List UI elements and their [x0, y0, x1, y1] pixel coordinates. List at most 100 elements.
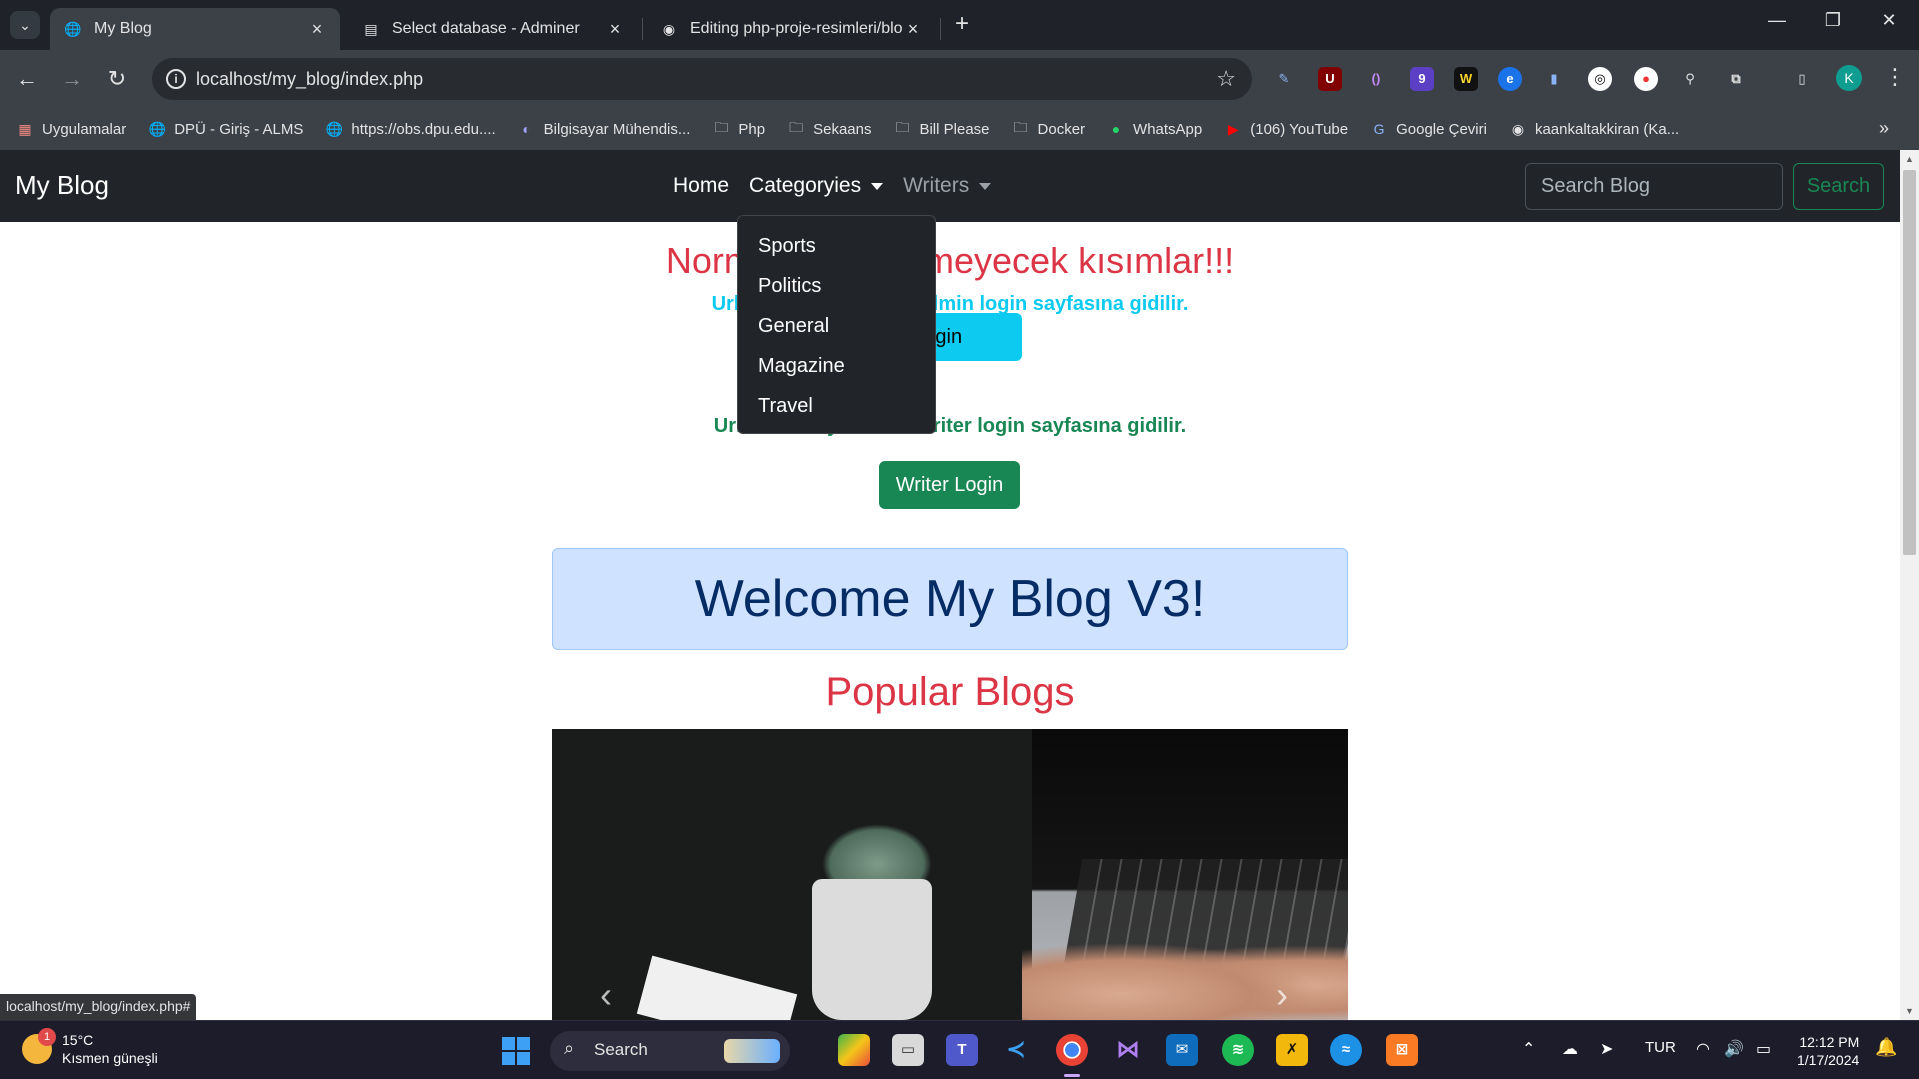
blog-search-input[interactable]: Search Blog: [1525, 163, 1783, 210]
bookmark-label: Uygulamalar: [42, 120, 127, 138]
bookmark-bill-please[interactable]: 🗀 Bill Please: [893, 119, 990, 138]
mail-icon[interactable]: ✉: [1166, 1034, 1198, 1066]
chrome-menu-icon[interactable]: ⋮: [1884, 64, 1906, 90]
taskbar-clock[interactable]: 12:12 PM 1/17/2024: [1797, 1033, 1859, 1069]
tab-my-blog[interactable]: 🌐 My Blog ×: [50, 8, 340, 50]
bookmark-uygulamalar[interactable]: ▦ Uygulamalar: [16, 120, 126, 138]
carousel-image-hands: [1022, 934, 1348, 1020]
extension-puzzle-badge-icon[interactable]: 9: [1410, 67, 1434, 91]
weather-desc: Kısmen güneşli: [62, 1050, 158, 1066]
nav-categories-dropdown[interactable]: Categoryies: [749, 174, 884, 198]
dropdown-item-politics[interactable]: Politics: [738, 266, 935, 306]
reload-icon[interactable]: ↻: [102, 64, 132, 94]
chrome-icon[interactable]: [1056, 1034, 1088, 1077]
notification-bell-icon[interactable]: 🔔: [1875, 1037, 1897, 1058]
profile-avatar[interactable]: K: [1836, 65, 1862, 91]
bookmark-obs[interactable]: 🌐 https://obs.dpu.edu....: [325, 120, 496, 138]
xampp-icon[interactable]: ⊠: [1386, 1034, 1418, 1066]
volume-icon[interactable]: 🔊: [1724, 1039, 1744, 1059]
youtube-icon: ▶: [1227, 120, 1239, 137]
extension-brackets-icon[interactable]: (): [1364, 67, 1388, 91]
bookmark-github[interactable]: ◉ kaankaltakkiran (Ka...: [1509, 120, 1679, 138]
extension-pen-icon[interactable]: ✎: [1272, 67, 1296, 91]
carousel-prev-icon[interactable]: ‹: [600, 974, 612, 1016]
battery-icon[interactable]: ▭: [1756, 1039, 1771, 1059]
bookmark-star-icon[interactable]: ☆: [1216, 66, 1236, 92]
restore-icon[interactable]: ❐: [1818, 10, 1848, 31]
teams-icon[interactable]: T: [946, 1034, 978, 1066]
tab-adminer[interactable]: ▤ Select database - Adminer ×: [348, 8, 638, 50]
extension-w-icon[interactable]: W: [1454, 67, 1478, 91]
page-scrollbar[interactable]: ▲ ▼: [1900, 150, 1919, 1020]
taskbar-search[interactable]: ⌕ Search: [550, 1031, 790, 1071]
spotify-icon[interactable]: ≋: [1222, 1034, 1254, 1066]
adminer-icon: ▤: [364, 20, 378, 37]
tab-title: My Blog: [94, 20, 152, 37]
side-panel-icon[interactable]: ▯: [1790, 67, 1814, 91]
onedrive-icon[interactable]: ☁: [1562, 1039, 1578, 1059]
vscode-icon[interactable]: ≺: [1000, 1034, 1032, 1066]
dropdown-item-sports[interactable]: Sports: [738, 226, 935, 266]
extension-edge-icon[interactable]: e: [1498, 67, 1522, 91]
extension-doc-icon[interactable]: ▮: [1542, 67, 1566, 91]
bookmark-label: Php: [738, 120, 766, 138]
scroll-up-icon[interactable]: ▲: [1905, 154, 1914, 164]
window-close-icon[interactable]: ✕: [1874, 10, 1904, 31]
translate-icon: G: [1373, 121, 1385, 137]
bookmark-sekaans[interactable]: 🗀 Sekaans: [787, 119, 872, 138]
file-explorer-icon[interactable]: ▭: [892, 1034, 924, 1066]
new-tab-button[interactable]: +: [948, 10, 976, 38]
tab-search-button[interactable]: ⌄: [10, 11, 40, 39]
docker-icon[interactable]: ≈: [1330, 1034, 1362, 1066]
bookmark-docker[interactable]: 🗀 Docker: [1012, 119, 1086, 138]
extension-face-icon[interactable]: ◎: [1588, 67, 1612, 91]
close-icon[interactable]: ×: [308, 19, 326, 40]
wifi-icon[interactable]: ◠: [1696, 1039, 1710, 1059]
tool-app-icon[interactable]: ✗: [1276, 1034, 1308, 1066]
site-info-icon[interactable]: i: [166, 69, 186, 89]
bookmark-bilgisayar[interactable]: ◐ Bilgisayar Mühendis...: [518, 120, 690, 138]
categories-dropdown-menu: Sports Politics General Magazine Travel: [737, 215, 936, 434]
back-icon[interactable]: ←: [12, 64, 42, 94]
scroll-down-icon[interactable]: ▼: [1905, 1006, 1914, 1016]
bookmark-php[interactable]: 🗀 Php: [712, 119, 766, 138]
weather-widget[interactable]: 1 15°C Kısmen güneşli: [22, 1028, 158, 1067]
browser-toolbar: ← → ↻ i localhost/my_blog/index.php ☆ ✎ …: [0, 50, 1919, 108]
forward-icon[interactable]: →: [57, 64, 87, 94]
bookmark-whatsapp[interactable]: ● WhatsApp: [1107, 120, 1202, 138]
dropdown-item-travel[interactable]: Travel: [738, 386, 935, 426]
bookmark-google-ceviri[interactable]: G Google Çeviri: [1370, 120, 1487, 138]
bookmarks-overflow-icon[interactable]: »: [1879, 118, 1889, 139]
extension-record-icon[interactable]: ●: [1634, 67, 1658, 91]
dropdown-item-magazine[interactable]: Magazine: [738, 346, 935, 386]
close-icon[interactable]: ×: [904, 19, 922, 40]
tray-overflow-icon[interactable]: ⌃: [1522, 1039, 1535, 1059]
close-icon[interactable]: ×: [606, 19, 624, 40]
input-language[interactable]: TUR: [1645, 1039, 1676, 1056]
nav-home[interactable]: Home: [673, 174, 729, 198]
eyedropper-icon[interactable]: ⚲: [1678, 67, 1702, 91]
windows-start-icon[interactable]: [502, 1037, 530, 1065]
search-button[interactable]: Search: [1793, 163, 1884, 210]
bookmark-label: Bill Please: [919, 120, 990, 138]
writer-login-button[interactable]: Writer Login: [879, 461, 1020, 509]
carousel-next-icon[interactable]: ›: [1276, 974, 1288, 1016]
copilot-icon[interactable]: [838, 1034, 870, 1066]
bookmark-youtube[interactable]: ▶ (106) YouTube: [1224, 120, 1348, 138]
popular-blogs-carousel: ‹ ›: [552, 729, 1348, 1020]
location-icon[interactable]: ➤: [1600, 1039, 1613, 1059]
ublock-icon[interactable]: U: [1318, 67, 1342, 91]
address-bar[interactable]: i localhost/my_blog/index.php ☆: [152, 58, 1252, 100]
site-brand[interactable]: My Blog: [15, 170, 109, 201]
scrollbar-thumb[interactable]: [1903, 170, 1916, 555]
welcome-alert: Welcome My Blog V3!: [552, 548, 1348, 650]
visual-studio-icon[interactable]: ⋈: [1112, 1034, 1144, 1066]
bookmark-dpu-alms[interactable]: 🌐 DPÜ - Giriş - ALMS: [148, 120, 303, 138]
bookmark-label: Sekaans: [813, 120, 872, 138]
extensions-puzzle-icon[interactable]: ⧉: [1724, 67, 1748, 91]
bookmark-label: kaankaltakkiran (Ka...: [1534, 120, 1680, 138]
dropdown-item-general[interactable]: General: [738, 306, 935, 346]
minimize-icon[interactable]: —: [1762, 10, 1792, 31]
nav-writers-dropdown[interactable]: Writers: [903, 174, 992, 198]
tab-github[interactable]: ◉ Editing php-proje-resimleri/blo ×: [646, 8, 936, 50]
